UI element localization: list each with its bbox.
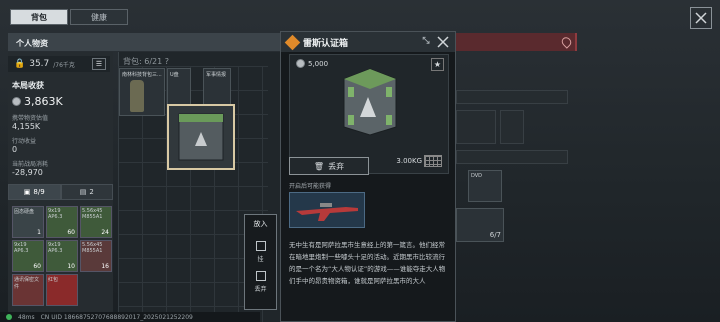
wifi-icon: [6, 314, 12, 320]
discard-button[interactable]: 🗑 丢弃: [289, 157, 369, 175]
box-thumb-icon: [178, 113, 224, 161]
user-uid: CN UID 18668752707688892017_202502125220…: [40, 313, 193, 321]
toolbox-icon: ▣: [23, 188, 31, 196]
list-item[interactable]: 红包: [46, 274, 78, 306]
item-price: 5,000: [296, 59, 328, 68]
list-item[interactable]: 5.56x45 M855A1 16: [80, 240, 112, 272]
cost-value: -28,970: [12, 168, 43, 177]
earnings-amount: 3,863K: [24, 95, 63, 108]
list-item[interactable]: 9x19 AP6.3 10: [46, 240, 78, 272]
weight-value: 35.7: [29, 59, 50, 69]
list-item[interactable]: DVD: [468, 170, 502, 202]
list-item[interactable]: 通讯保密文件: [12, 274, 44, 306]
ping-value: 48ms: [18, 313, 35, 321]
earnings-amount-row: 3,863K: [12, 95, 110, 108]
cost-stat: 当前战局消耗 -28,970: [12, 159, 110, 177]
carried-value: 4,155K: [12, 122, 41, 131]
list-item[interactable]: 5.56x45 M855A1 24: [80, 206, 112, 238]
popup-title: 雷斯认证箱: [303, 38, 349, 49]
list-item[interactable]: 6/7: [456, 208, 504, 242]
location-icon: [559, 35, 574, 49]
page-title: 个人物资: [8, 33, 280, 51]
list-item[interactable]: 9x19 AP6.3 60: [12, 240, 44, 272]
hang-icon: [255, 241, 266, 251]
action-value: 0: [12, 145, 18, 154]
popup-close-button[interactable]: [437, 36, 449, 48]
list-item[interactable]: 9x19 AP6.3 60: [46, 206, 78, 238]
item-description: 无中生有是阿萨拉黑市生意经上的第一箴言。他们经常在暗地里炮制一些噱头十足的活动。…: [289, 241, 446, 285]
tab-containers[interactable]: ▤ 2: [60, 184, 113, 200]
tab-backpack[interactable]: 背包: [10, 9, 68, 25]
earnings-title: 本局收获: [12, 81, 44, 90]
close-icon: [695, 12, 707, 24]
popup-header: 雷斯认证箱 ⤡: [281, 32, 455, 52]
item-weight: 3.00KG: [396, 157, 422, 165]
status-bar: 48ms CN UID 18668752707688892017_2025021…: [0, 312, 260, 322]
close-icon: [437, 36, 449, 48]
bag-capacity: 背包: 6/21 ?: [123, 57, 169, 66]
crate-icon: [343, 68, 397, 136]
rifle-icon: [296, 203, 358, 221]
reward-item[interactable]: [289, 192, 365, 228]
context-discard-button[interactable]: 丢弃: [245, 271, 276, 293]
close-button[interactable]: [690, 7, 712, 29]
item-preview: 5,000 ★ 3.00KG: [289, 54, 449, 174]
favorite-star-icon[interactable]: ★: [431, 58, 444, 71]
case-icon: ▤: [79, 188, 87, 196]
trash-icon: 🗑: [313, 161, 325, 171]
grid-size-icon: [424, 155, 442, 167]
backpack-image: [130, 80, 144, 112]
selected-box-item[interactable]: [167, 104, 235, 170]
inventory-subtabs: ▣ 8/9 ▤ 2: [8, 184, 113, 200]
weight-max: /76千克: [53, 61, 75, 69]
put-in-label: 放入: [253, 220, 268, 228]
earnings-panel: 本局收获 3,863K 携带物资估值 4,155K 行动收益 0 当前战局消耗 -28…: [12, 80, 110, 177]
trash-icon: [255, 271, 266, 281]
hang-button[interactable]: 挂: [245, 241, 276, 263]
tab-health[interactable]: 健康: [70, 9, 128, 25]
possible-rewards-label: 开启后可能获得: [289, 183, 332, 190]
tab-equipment[interactable]: ▣ 8/9: [8, 184, 61, 200]
list-item[interactable]: 固态硬盘 1: [12, 206, 44, 238]
cost-label: 当前战局消耗: [12, 161, 49, 168]
item-detail-popup: 雷斯认证箱 ⤡ 5,000 ★ 3.00KG 🗑 丢弃 开启后可能获得 无中生有是…: [280, 31, 456, 322]
carried-stat: 携带物资估值 4,155K: [12, 113, 110, 131]
action-label: 行动收益: [12, 138, 37, 145]
list-icon[interactable]: ☰: [92, 58, 106, 70]
lock-icon: 🔒: [14, 59, 26, 69]
action-stat: 行动收益 0: [12, 136, 110, 154]
collapse-icon[interactable]: ⤡: [420, 36, 432, 48]
coin-icon: [12, 97, 21, 106]
context-menu: 放入 挂 丢弃: [244, 214, 277, 310]
top-tabs: 背包 健康: [10, 9, 128, 25]
coin-icon: [296, 59, 305, 68]
diamond-icon: [284, 34, 301, 50]
loot-header: [455, 33, 577, 51]
carried-label: 携带物资估值: [12, 115, 49, 122]
